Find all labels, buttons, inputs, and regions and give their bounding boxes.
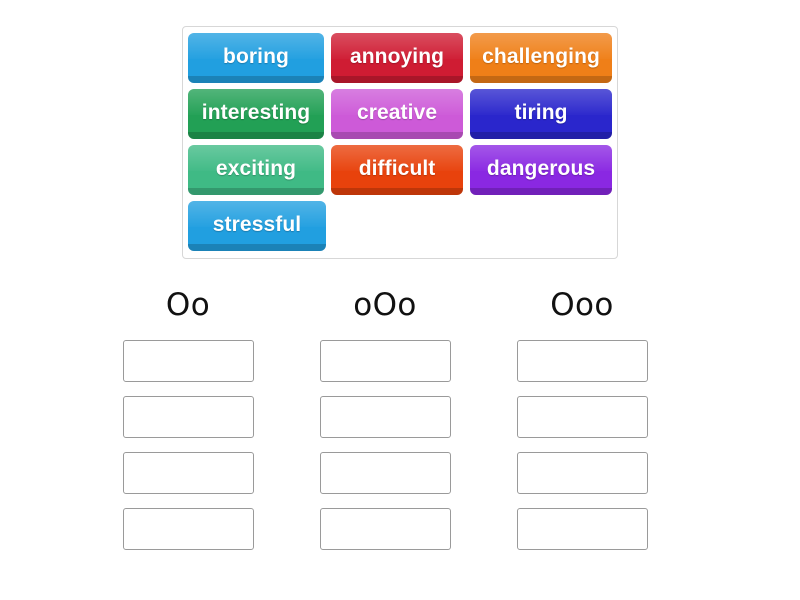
word-tile-label: difficult (358, 157, 436, 180)
word-tile-tiring[interactable]: tiring (470, 89, 612, 139)
drop-slot[interactable] (516, 396, 648, 438)
word-bank-row: exciting difficult dangerous (188, 145, 612, 195)
drop-slot[interactable] (122, 396, 254, 438)
drop-slot[interactable] (516, 508, 648, 550)
word-tile-difficult[interactable]: difficult (331, 145, 464, 195)
word-tile-label: creative (356, 101, 438, 124)
column-header-oOo: oOo (353, 287, 417, 323)
word-tile-exciting[interactable]: exciting (188, 145, 325, 195)
drop-slot[interactable] (516, 340, 648, 382)
word-tile-label: tiring (514, 101, 568, 124)
word-tile-stressful[interactable]: stressful (188, 201, 326, 251)
word-tile-label: annoying (349, 45, 445, 68)
word-tile-annoying[interactable]: annoying (331, 33, 464, 83)
word-tile-challenging[interactable]: challenging (470, 33, 612, 83)
drop-slot[interactable] (319, 340, 451, 382)
word-tile-label: dangerous (486, 157, 596, 180)
word-bank-row: interesting creative tiring (188, 89, 612, 139)
word-tile-interesting[interactable]: interesting (188, 89, 325, 139)
drop-slot[interactable] (122, 452, 254, 494)
word-tile-label: challenging (482, 45, 600, 68)
sort-column-oo: Oo (100, 290, 276, 550)
drop-slot[interactable] (122, 508, 254, 550)
sort-column-ooo-first: Ooo (494, 290, 670, 550)
drop-slot[interactable] (319, 508, 451, 550)
column-header-oo: Oo (165, 287, 211, 323)
word-tile-label: stressful (212, 213, 302, 236)
word-bank-panel: boring annoying challenging interesting … (182, 26, 618, 259)
sort-columns: Oo oOo Ooo (100, 290, 710, 550)
word-tile-creative[interactable]: creative (331, 89, 464, 139)
word-tile-label: interesting (201, 101, 311, 124)
word-tile-label: boring (223, 45, 289, 68)
word-tile-boring[interactable]: boring (188, 33, 325, 83)
drop-slot[interactable] (122, 340, 254, 382)
word-tile-dangerous[interactable]: dangerous (470, 145, 612, 195)
drop-slot[interactable] (319, 396, 451, 438)
sort-column-ooo-middle: oOo (297, 290, 473, 550)
word-tile-label: exciting (215, 157, 297, 180)
word-bank-row: stressful (188, 201, 612, 251)
word-bank-row: boring annoying challenging (188, 33, 612, 83)
drop-slot[interactable] (516, 452, 648, 494)
drop-slot[interactable] (319, 452, 451, 494)
column-header-Ooo: Ooo (550, 287, 614, 323)
